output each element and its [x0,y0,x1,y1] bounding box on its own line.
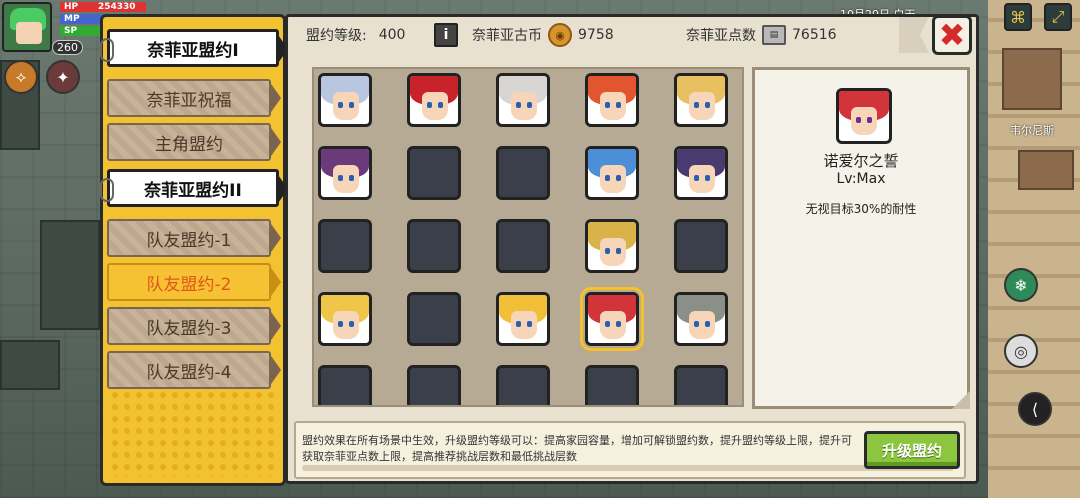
spiral-icon[interactable]: ◎ [1004,334,1038,368]
empty-covenant-slot[interactable] [674,219,728,273]
covenant-portrait-slot[interactable] [585,73,639,127]
empty-covenant-slot[interactable] [585,365,639,405]
tab-teammate-covenant-2[interactable]: 队友盟约-2 [107,263,281,301]
empty-covenant-slot[interactable] [407,292,461,346]
tab-teammate-covenant-3[interactable]: 队友盟约-3 [107,307,281,345]
empty-covenant-slot[interactable] [407,219,461,273]
map-building [1002,48,1062,110]
covenant-level: 盟约等级: 400 [306,25,405,45]
tab-nephia-covenant-1[interactable]: 奈菲亚盟约I [100,29,288,67]
close-button[interactable]: ✖ [932,15,972,55]
character-portrait [588,222,636,270]
empty-covenant-slot[interactable] [496,146,550,200]
quest-icon[interactable]: ⟡ [4,60,38,94]
page-fold [952,391,970,409]
share-icon[interactable]: ⟨ [1018,392,1052,426]
empty-covenant-slot[interactable] [407,365,461,405]
info-button[interactable]: i [434,23,458,47]
coin-display: 奈菲亚古币 ◉ 9758 [472,23,614,47]
covenant-portrait-slot[interactable] [407,73,461,127]
bench-tile [0,340,60,390]
coin-value: 9758 [578,27,614,43]
covenant-portrait-slot[interactable] [585,219,639,273]
tab-nephia-blessing[interactable]: 奈菲亚祝福 [107,79,281,117]
character-portrait [677,149,725,197]
tab-teammate-covenant-1[interactable]: 队友盟约-1 [107,219,281,257]
character-portrait [321,295,369,343]
character-portrait [588,295,636,343]
character-portrait [410,76,458,124]
sp-bar: SP [60,26,104,36]
character-portrait [499,295,547,343]
network-icon[interactable]: ⌘ [1004,3,1032,31]
covenant-portrait-slot[interactable] [496,292,550,346]
detail-portrait [836,88,892,144]
footer-rule [302,465,954,471]
covenant-portrait-slot[interactable] [580,287,644,351]
covenant-level-text: Lv:Max [836,171,886,187]
covenant-grid [312,67,744,407]
covenant-name: 诺爱尔之誓 [823,152,899,170]
character-portrait [677,295,725,343]
coin-icon: ◉ [548,23,572,47]
panel-header: 盟约等级: 400 i 奈菲亚古币 ◉ 9758 奈菲亚点数 ▤ 76516 [288,17,928,53]
player-level: 260 [52,40,83,55]
covenant-portrait-slot[interactable] [496,73,550,127]
tab-teammate-covenant-4[interactable]: 队友盟约-4 [107,351,281,389]
snowflake-icon[interactable]: ❄ [1004,268,1038,302]
empty-covenant-slot[interactable] [674,365,728,405]
tab-column-pattern [109,389,277,477]
upgrade-covenant-button[interactable]: 升级盟约 [864,431,960,469]
empty-covenant-slot[interactable] [318,219,372,273]
covenant-portrait-slot[interactable] [318,292,372,346]
points-value: 76516 [792,27,837,43]
character-portrait [677,76,725,124]
covenant-portrait-slot[interactable] [674,73,728,127]
points-display: 奈菲亚点数 ▤ 76516 [686,25,837,45]
footer-text: 盟约效果在所有场景中生效，升级盟约等级可以：提高家园容量，增加可解锁盟约数，提升… [302,434,852,463]
hp-bar: HP 254330 [60,2,146,12]
covenant-portrait-slot[interactable] [674,292,728,346]
covenant-portrait-slot[interactable] [318,146,372,200]
minimap-toggle-icon[interactable]: ⤢ [1044,3,1072,31]
player-avatar[interactable] [2,2,52,52]
points-card-icon: ▤ [762,25,786,45]
covenant-detail-card: 诺爱尔之誓 Lv:Max 无视目标30%的耐性 [752,67,970,409]
covenant-portrait-slot[interactable] [318,73,372,127]
lamp-post-area [40,220,100,330]
info-icon[interactable]: i [434,23,458,47]
character-portrait [588,76,636,124]
covenant-panel: 盟约等级: 400 i 奈菲亚古币 ◉ 9758 奈菲亚点数 ▤ 76516 ✖ [285,14,979,484]
points-label: 奈菲亚点数 [686,28,756,44]
coin-label: 奈菲亚古币 [472,28,542,44]
covenant-effect: 无视目标30%的耐性 [805,202,917,216]
tab-column: 奈菲亚盟约I 奈菲亚祝福 主角盟约 奈菲亚盟约II 队友盟约-1 队友盟约-2 … [100,14,288,486]
character-portrait [321,149,369,197]
empty-covenant-slot[interactable] [496,219,550,273]
tab-hero-covenant[interactable]: 主角盟约 [107,123,281,161]
map-building [1018,150,1074,190]
skill-icon[interactable]: ✦ [46,60,80,94]
tab-nephia-covenant-2[interactable]: 奈菲亚盟约II [100,169,288,207]
character-portrait [321,76,369,124]
empty-covenant-slot[interactable] [407,146,461,200]
footer-description: 盟约效果在所有场景中生效，升级盟约等级可以：提高家园容量，增加可解锁盟约数，提升… [294,421,966,479]
character-portrait [588,149,636,197]
location-label: 韦尔尼斯 [1010,124,1054,137]
covenant-portrait-slot[interactable] [674,146,728,200]
close-icon[interactable]: ✖ [939,19,966,51]
covenant-portrait-slot[interactable] [585,146,639,200]
covenant-level-value: 400 [378,27,406,43]
covenant-level-label: 盟约等级: [306,28,367,44]
empty-covenant-slot[interactable] [318,365,372,405]
character-portrait [499,76,547,124]
empty-covenant-slot[interactable] [496,365,550,405]
